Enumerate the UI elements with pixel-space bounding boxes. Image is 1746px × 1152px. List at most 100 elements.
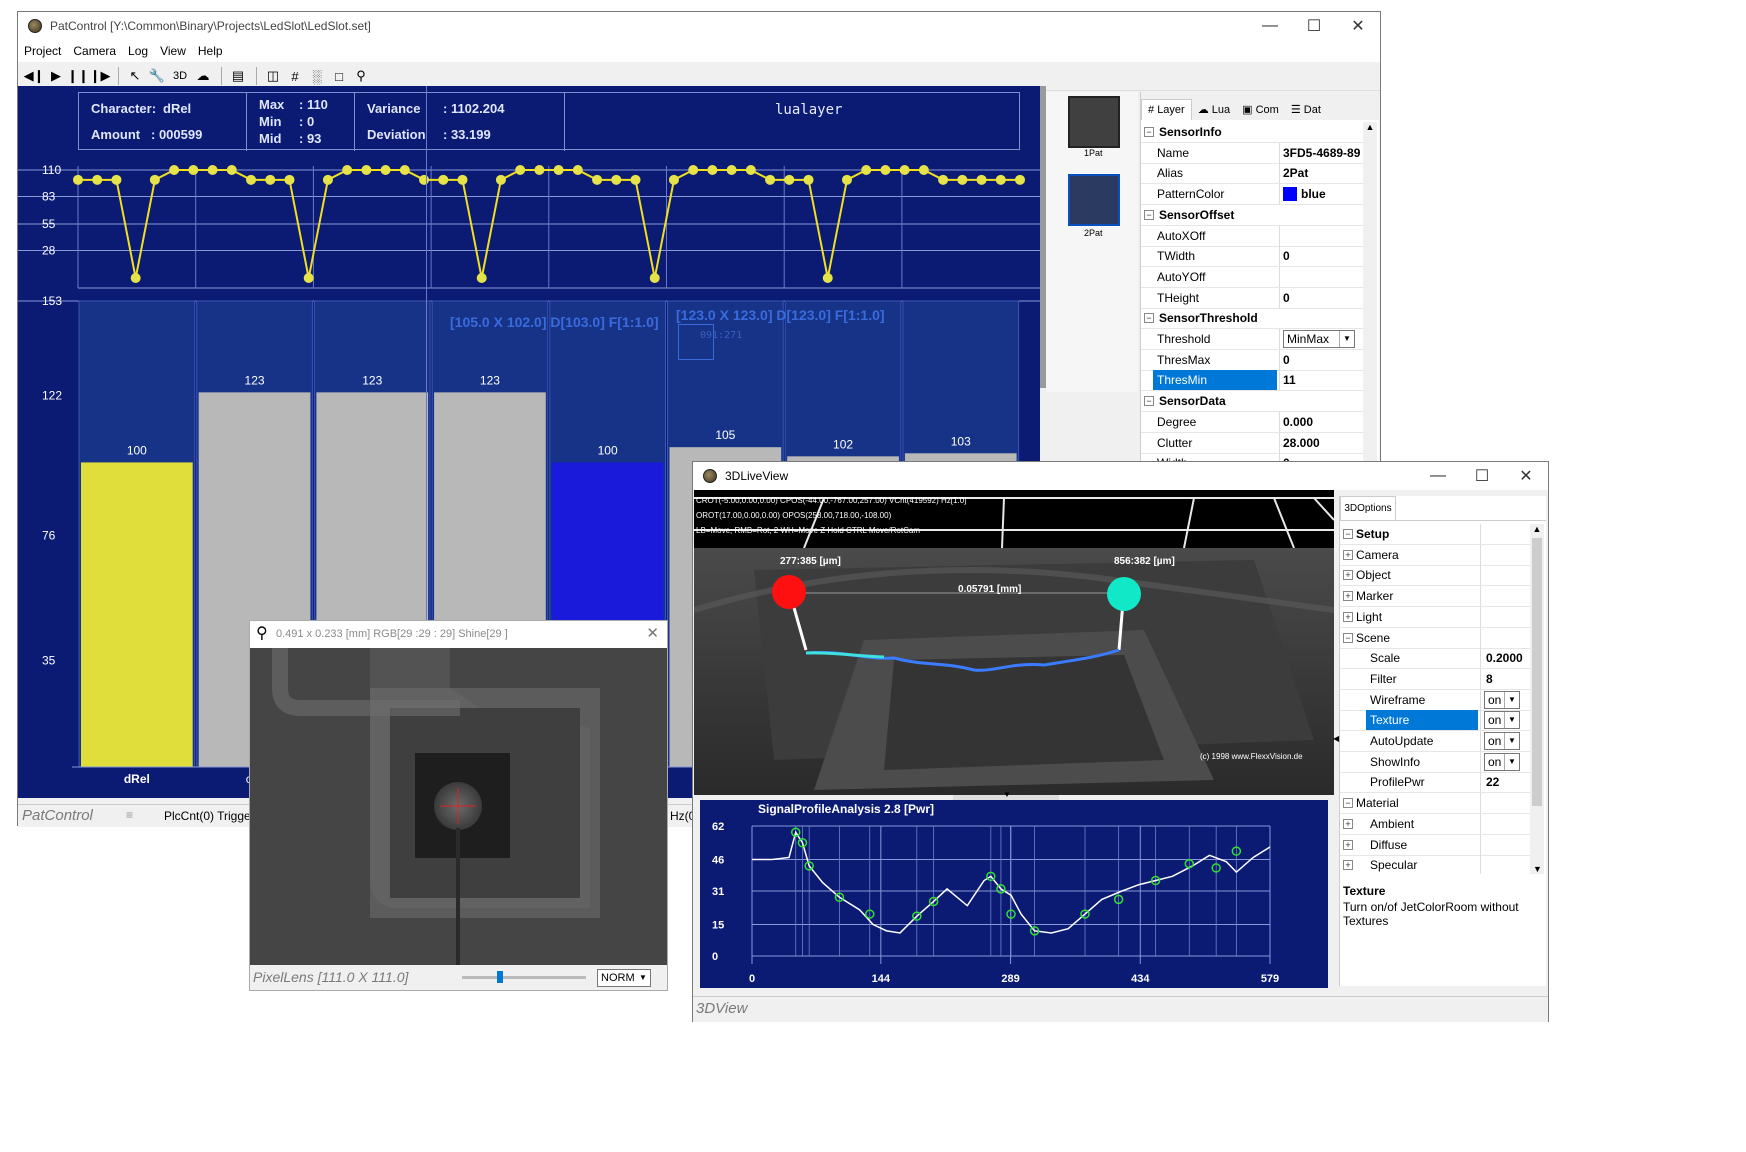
layer-icon[interactable]: # <box>285 66 305 86</box>
option-dropdown[interactable]: on ▼ <box>1484 752 1520 771</box>
thumb-2pat[interactable] <box>1068 174 1120 226</box>
pixellens-titlebar[interactable]: ⚲ 0.491 x 0.233 [mm] RGB[29 :29 : 29] Sh… <box>250 621 667 647</box>
collapse-icon[interactable]: − <box>1144 127 1154 137</box>
step-back-icon[interactable]: ◀❙ <box>24 66 45 86</box>
property-row[interactable]: TWidth 0 <box>1141 246 1363 268</box>
menu-help[interactable]: Help <box>198 44 223 58</box>
collapse-icon[interactable]: − <box>1343 632 1353 643</box>
collapse-icon[interactable]: − <box>1144 209 1154 220</box>
scroll-up-icon[interactable]: ▲ <box>1530 524 1544 534</box>
property-section[interactable]: − SensorOffset <box>1141 205 1363 226</box>
property-row[interactable]: Alias 2Pat <box>1141 163 1363 185</box>
option-dropdown[interactable]: on ▼ <box>1484 711 1520 730</box>
property-row[interactable]: PatternColor blue <box>1141 184 1363 206</box>
zoom-slider[interactable] <box>462 971 586 983</box>
options-scrollbar[interactable]: ▲ ▼ <box>1530 524 1544 874</box>
options-group[interactable]: + Marker <box>1340 586 1530 608</box>
thumb-1pat[interactable] <box>1068 96 1120 148</box>
tab-dat[interactable]: ☰ Dat <box>1285 99 1327 120</box>
patcontrol-titlebar[interactable]: PatControl [Y:\Common\Binary\Projects\Le… <box>18 12 1380 40</box>
collapse-icon[interactable]: − <box>1144 396 1154 407</box>
property-section[interactable]: − SensorThreshold <box>1141 308 1363 330</box>
maximize-icon[interactable]: ☐ <box>1292 12 1336 40</box>
options-group[interactable]: − Scene <box>1340 627 1530 649</box>
tab-3doptions[interactable]: 3DOptions <box>1340 496 1396 521</box>
property-row[interactable]: THeight 0 <box>1141 287 1363 309</box>
menu-camera[interactable]: Camera <box>73 44 116 58</box>
expand-icon[interactable]: + <box>1343 839 1353 850</box>
property-row[interactable]: Threshold MinMax ▼ <box>1141 329 1363 350</box>
pixellens-close-icon[interactable]: ✕ <box>646 624 659 642</box>
scroll-thumb[interactable] <box>1532 538 1542 806</box>
expand-icon[interactable]: + <box>1343 860 1353 871</box>
panel-collapse-icon[interactable]: ◀ <box>1333 734 1339 743</box>
splitter-arrow-icon[interactable]: ▼ <box>1003 790 1011 799</box>
options-group[interactable]: + Camera <box>1340 544 1530 566</box>
3dliveview-titlebar[interactable]: 3DLiveView — ☐ ✕ <box>693 462 1548 490</box>
options-group[interactable]: + Ambient <box>1340 813 1530 835</box>
magnifier-icon[interactable]: ⚲ <box>351 66 371 86</box>
options-row[interactable]: Texture on ▼ <box>1340 710 1530 732</box>
menu-view[interactable]: View <box>160 44 186 58</box>
expand-icon[interactable]: + <box>1343 570 1353 581</box>
property-section[interactable]: − SensorInfo <box>1141 122 1363 143</box>
property-row[interactable]: ThresMax 0 <box>1141 349 1363 371</box>
expand-icon[interactable]: + <box>1343 611 1353 622</box>
lua-icon[interactable]: ☁ <box>193 66 213 86</box>
collapse-icon[interactable]: − <box>1343 798 1353 809</box>
property-row[interactable]: Clutter 28.000 <box>1141 432 1363 454</box>
tab-layer[interactable]: # Layer <box>1141 99 1192 120</box>
options-row[interactable]: Scale 0.2000 <box>1340 648 1530 670</box>
minimize-icon[interactable]: — <box>1248 12 1292 40</box>
options-group[interactable]: − Material <box>1340 793 1530 815</box>
pointer-tool-icon[interactable]: ↖ <box>125 66 145 86</box>
histogram-icon[interactable]: ░ <box>307 66 327 86</box>
close-icon[interactable]: ✕ <box>1336 12 1380 40</box>
property-row[interactable]: Degree 0.000 <box>1141 411 1363 433</box>
pause-icon[interactable]: ❙❙ <box>67 66 89 86</box>
options-group[interactable]: + Specular <box>1340 855 1530 874</box>
zoom-slider-thumb[interactable] <box>496 971 503 983</box>
step-forward-icon[interactable]: ❙▶ <box>90 66 111 86</box>
menu-project[interactable]: Project <box>24 44 61 58</box>
maximize-icon[interactable]: ☐ <box>1460 462 1504 490</box>
options-row[interactable]: Wireframe on ▼ <box>1340 689 1530 711</box>
options-section[interactable]: − Setup <box>1340 524 1530 545</box>
menu-log[interactable]: Log <box>128 44 148 58</box>
option-dropdown[interactable]: on ▼ <box>1484 690 1520 709</box>
scroll-up-icon[interactable]: ▲ <box>1363 122 1377 132</box>
wrench-icon[interactable]: 🔧 <box>147 66 167 86</box>
options-group[interactable]: + Diffuse <box>1340 834 1530 856</box>
sensor-icon[interactable]: ◫ <box>263 66 283 86</box>
options-group[interactable]: + Light <box>1340 606 1530 628</box>
options-row[interactable]: Filter 8 <box>1340 668 1530 690</box>
tab-lua[interactable]: ☁ Lua <box>1192 99 1236 120</box>
expand-icon[interactable]: + <box>1343 818 1353 829</box>
options-row[interactable]: ShowInfo on ▼ <box>1340 751 1530 773</box>
pixellens-image[interactable] <box>250 648 667 965</box>
property-dropdown[interactable]: MinMax ▼ <box>1283 330 1355 348</box>
property-section[interactable]: − SensorData <box>1141 391 1363 413</box>
property-row[interactable]: ThresMin 11 <box>1141 370 1363 392</box>
property-row[interactable]: AutoXOff <box>1141 225 1363 247</box>
expand-icon[interactable]: + <box>1343 549 1353 560</box>
play-icon[interactable]: ▶ <box>46 66 66 86</box>
option-dropdown[interactable]: on ▼ <box>1484 732 1520 750</box>
minimize-icon[interactable]: — <box>1416 462 1460 490</box>
3d-icon[interactable]: 3D <box>169 66 191 86</box>
collapse-icon[interactable]: − <box>1144 313 1154 324</box>
collapse-icon[interactable]: − <box>1343 529 1353 539</box>
close-icon[interactable]: ✕ <box>1504 462 1548 490</box>
property-scrollbar[interactable]: ▲ <box>1363 122 1377 472</box>
3d-render-view[interactable]: CROT(-5.00,0.00,0.00) CPOS(-44.00,-767.0… <box>694 490 1334 795</box>
mode-select[interactable]: NORM ▼ <box>597 969 651 987</box>
frame-icon[interactable]: □ <box>329 66 349 86</box>
options-row[interactable]: ProfilePwr 22 <box>1340 772 1530 794</box>
film-icon[interactable]: ▤ <box>228 66 248 86</box>
property-row[interactable]: Name 3FD5-4689-89 <box>1141 142 1363 164</box>
options-group[interactable]: + Object <box>1340 565 1530 587</box>
scroll-down-icon[interactable]: ▼ <box>1533 864 1542 874</box>
tab-com[interactable]: ▣ Com <box>1236 99 1285 120</box>
property-row[interactable]: AutoYOff <box>1141 266 1363 288</box>
options-row[interactable]: AutoUpdate on ▼ <box>1340 731 1530 752</box>
